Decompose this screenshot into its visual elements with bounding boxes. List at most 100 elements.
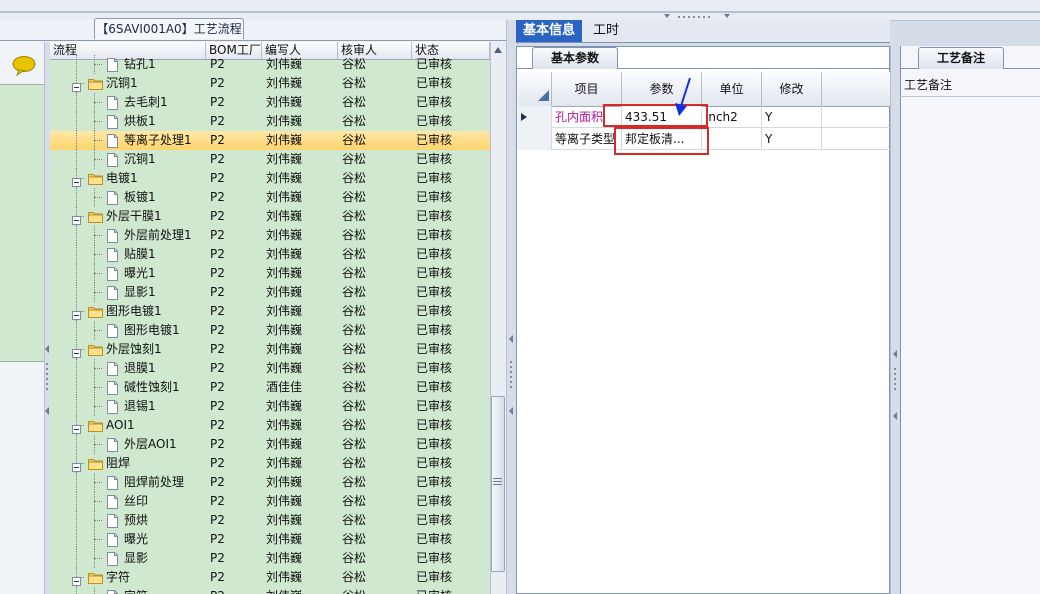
collapse-toggle-icon[interactable] <box>72 307 81 320</box>
tree-connector <box>50 55 110 74</box>
writer-cell: 刘伟巍 <box>266 513 303 527</box>
tree-row-step[interactable]: 退锡1 P2 刘伟巍 谷松 已审核 <box>50 397 490 416</box>
step-name: 退膜1 <box>124 361 156 375</box>
annotation-arrow-icon <box>675 77 691 116</box>
tree-row-group[interactable]: 图形电镀1 P2 刘伟巍 谷松 已审核 <box>50 302 490 321</box>
param-unit-cell[interactable] <box>702 128 762 150</box>
tab-process-notes[interactable]: 工艺备注 <box>918 47 1004 69</box>
tree-row-step[interactable]: 预烘 P2 刘伟巍 谷松 已审核 <box>50 511 490 530</box>
tree-row-step[interactable]: 字符 P2 刘伟巍谷松已审核 <box>50 587 490 594</box>
writer-cell: 刘伟巍 <box>266 570 303 584</box>
reviewer-cell: 谷松 <box>342 380 367 394</box>
tree-row-group[interactable]: AOI1 P2 刘伟巍 谷松 已审核 <box>50 416 490 435</box>
writer-cell: 刘伟巍 <box>266 342 303 356</box>
param-modify-cell[interactable]: Y <box>762 106 822 128</box>
param-unit-cell[interactable]: inch2 <box>702 106 762 128</box>
step-name: 外层AOI1 <box>124 437 177 451</box>
tree-connector <box>50 226 110 245</box>
bom-cell: P2 <box>210 513 225 527</box>
writer-cell: 刘伟巍 <box>266 437 303 451</box>
column-header-item[interactable]: 项目 <box>552 72 622 106</box>
bom-cell: P2 <box>210 133 225 147</box>
tree-row-step[interactable]: 显影1 P2 刘伟巍 谷松 已审核 <box>50 283 490 302</box>
bom-cell: P2 <box>210 399 225 413</box>
tree-row-step[interactable]: 显影 P2 刘伟巍 谷松 已审核 <box>50 549 490 568</box>
document-icon <box>106 115 120 129</box>
tree-row-step[interactable]: 外层AOI1 P2 刘伟巍 谷松 已审核 <box>50 435 490 454</box>
collapse-toggle-icon[interactable] <box>72 421 81 434</box>
folder-icon <box>88 571 103 584</box>
collapse-toggle-icon[interactable] <box>72 573 81 586</box>
collapse-toggle-icon[interactable] <box>72 79 81 92</box>
status-cell: 已审核 <box>416 361 453 375</box>
tree-row-group[interactable]: 字符 P2 刘伟巍 谷松 已审核 <box>50 568 490 587</box>
tab-work-hours[interactable]: 工时 <box>588 20 624 42</box>
collapse-toggle-icon[interactable] <box>72 212 81 225</box>
collapse-toggle-icon[interactable] <box>72 174 81 187</box>
tree-row-step[interactable]: 贴膜1 P2 刘伟巍 谷松 已审核 <box>50 245 490 264</box>
status-cell: 已审核 <box>416 152 453 166</box>
writer-cell: 刘伟巍 <box>266 209 303 223</box>
reviewer-cell: 谷松 <box>342 342 367 356</box>
folder-icon <box>88 77 103 90</box>
tree-row-step[interactable]: 碱性蚀刻1 P2 酒佳佳 谷松 已审核 <box>50 378 490 397</box>
highlight-box-plasma-type <box>614 127 709 155</box>
process-notes-panel <box>900 46 1040 594</box>
tree-row-group[interactable]: 沉铜1 P2 刘伟巍 谷松 已审核 <box>50 74 490 93</box>
step-name: 预烘 <box>124 513 149 527</box>
writer-cell: 刘伟巍 <box>266 247 303 261</box>
row-indicator[interactable] <box>518 106 552 128</box>
writer-cell: 刘伟巍 <box>266 171 303 185</box>
scroll-up-arrow-icon[interactable] <box>492 44 504 56</box>
collapse-toggle-icon[interactable] <box>72 345 81 358</box>
column-header-modify[interactable]: 修改 <box>762 72 822 106</box>
tree-row-step[interactable]: 退膜1 P2 刘伟巍 谷松 已审核 <box>50 359 490 378</box>
tab-basic-info[interactable]: 基本信息 <box>516 20 582 42</box>
tree-row-step[interactable]: 去毛刺1 P2 刘伟巍 谷松 已审核 <box>50 93 490 112</box>
tree-row-step[interactable]: 曝光 P2 刘伟巍 谷松 已审核 <box>50 530 490 549</box>
collapse-toggle-icon[interactable] <box>72 459 81 472</box>
tree-row-step[interactable]: 烘板1 P2 刘伟巍 谷松 已审核 <box>50 112 490 131</box>
tree-row-step[interactable]: 曝光1 P2 刘伟巍 谷松 已审核 <box>50 264 490 283</box>
chat-bubble-icon[interactable] <box>12 56 36 76</box>
tree-row-step[interactable]: 丝印 P2 刘伟巍 谷松 已审核 <box>50 492 490 511</box>
tree-row-step[interactable]: 钻孔1 P2 刘伟巍 谷松 已审核 <box>50 55 490 74</box>
param-modify-cell[interactable]: Y <box>762 128 822 150</box>
tree-row-step[interactable]: 图形电镀1 P2 刘伟巍 谷松 已审核 <box>50 321 490 340</box>
right-splitter-grip-icon[interactable] <box>892 350 898 420</box>
row-indicator-header[interactable] <box>518 72 552 106</box>
bom-cell: P2 <box>210 152 225 166</box>
folder-icon <box>88 305 103 318</box>
step-name: 外层前处理1 <box>124 228 192 242</box>
param-item-cell[interactable]: 等离子类型 <box>552 128 622 150</box>
step-name: 板镀1 <box>124 190 156 204</box>
tree-connector <box>50 397 110 416</box>
document-icon <box>106 514 120 528</box>
tree-row-group[interactable]: 阻焊 P2 刘伟巍 谷松 已审核 <box>50 454 490 473</box>
tree-row-step[interactable]: 板镀1 P2 刘伟巍 谷松 已审核 <box>50 188 490 207</box>
writer-cell: 刘伟巍 <box>266 133 303 147</box>
tree-row-step[interactable]: 沉铜1 P2 刘伟巍 谷松 已审核 <box>50 150 490 169</box>
tree-row-step[interactable]: 阻焊前处理 P2 刘伟巍 谷松 已审核 <box>50 473 490 492</box>
step-name: 烘板1 <box>124 114 156 128</box>
tree-row-group[interactable]: 外层蚀刻1 P2 刘伟巍 谷松 已审核 <box>50 340 490 359</box>
writer-cell: 刘伟巍 <box>266 587 338 594</box>
tree-row-step[interactable]: 外层前处理1 P2 刘伟巍 谷松 已审核 <box>50 226 490 245</box>
bom-cell: P2 <box>210 247 225 261</box>
tree-connector <box>50 435 110 454</box>
reviewer-cell: 谷松 <box>342 76 367 90</box>
middle-splitter-grip-icon[interactable] <box>508 335 514 415</box>
tab-basic-params[interactable]: 基本参数 <box>532 47 618 69</box>
tree-row-group[interactable]: 外层干膜1 P2 刘伟巍 谷松 已审核 <box>50 207 490 226</box>
column-header-unit[interactable]: 单位 <box>702 72 762 106</box>
process-notes-label: 工艺备注 <box>904 78 953 92</box>
tree-row-group[interactable]: 电镀1 P2 刘伟巍 谷松 已审核 <box>50 169 490 188</box>
tree-row-step[interactable]: 等离子处理1 P2 刘伟巍 谷松 已审核 <box>50 131 490 150</box>
tab-process-flow[interactable]: 【6SAVI001A0】工艺流程 <box>94 18 244 39</box>
bom-cell: P2 <box>210 532 225 546</box>
document-icon <box>106 248 120 262</box>
status-cell: 已审核 <box>416 190 453 204</box>
bom-cell: P2 <box>210 437 225 451</box>
bom-cell: P2 <box>210 323 225 337</box>
row-indicator[interactable] <box>518 128 552 150</box>
